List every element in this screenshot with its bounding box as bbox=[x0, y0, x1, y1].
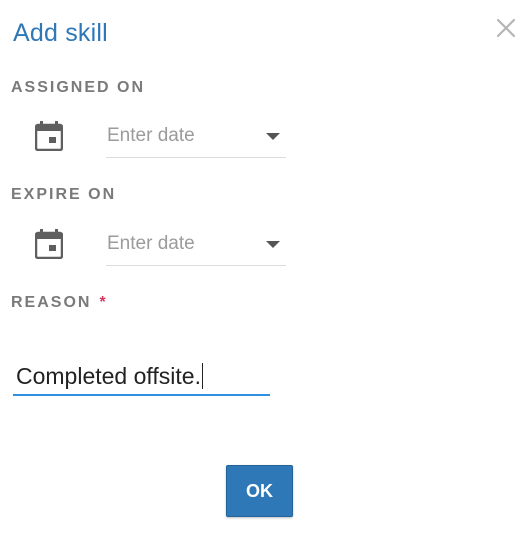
required-marker: * bbox=[99, 294, 106, 311]
reason-value-text: Completed offsite. bbox=[16, 363, 201, 389]
add-skill-dialog: Add skill ASSIGNED ON Enter date EXPIRE … bbox=[0, 0, 531, 542]
assigned-on-label: ASSIGNED ON bbox=[11, 79, 146, 96]
reason-value: Completed offsite. bbox=[16, 363, 203, 390]
calendar-icon[interactable] bbox=[35, 229, 63, 259]
expire-on-placeholder: Enter date bbox=[107, 233, 195, 254]
reason-input[interactable]: Completed offsite. bbox=[13, 360, 270, 396]
ok-button[interactable]: OK bbox=[226, 465, 293, 517]
expire-on-date-field[interactable]: Enter date bbox=[106, 229, 286, 266]
text-cursor bbox=[201, 363, 203, 389]
assigned-on-date-field[interactable]: Enter date bbox=[106, 121, 286, 158]
close-icon[interactable] bbox=[494, 16, 518, 40]
reason-label-text: REASON bbox=[11, 294, 92, 311]
chevron-down-icon[interactable] bbox=[266, 133, 280, 140]
chevron-down-icon[interactable] bbox=[266, 241, 280, 248]
dialog-title: Add skill bbox=[13, 19, 108, 47]
expire-on-label: EXPIRE ON bbox=[11, 186, 117, 203]
assigned-on-placeholder: Enter date bbox=[107, 125, 195, 146]
reason-label: REASON * bbox=[11, 294, 106, 312]
calendar-icon[interactable] bbox=[35, 121, 63, 151]
